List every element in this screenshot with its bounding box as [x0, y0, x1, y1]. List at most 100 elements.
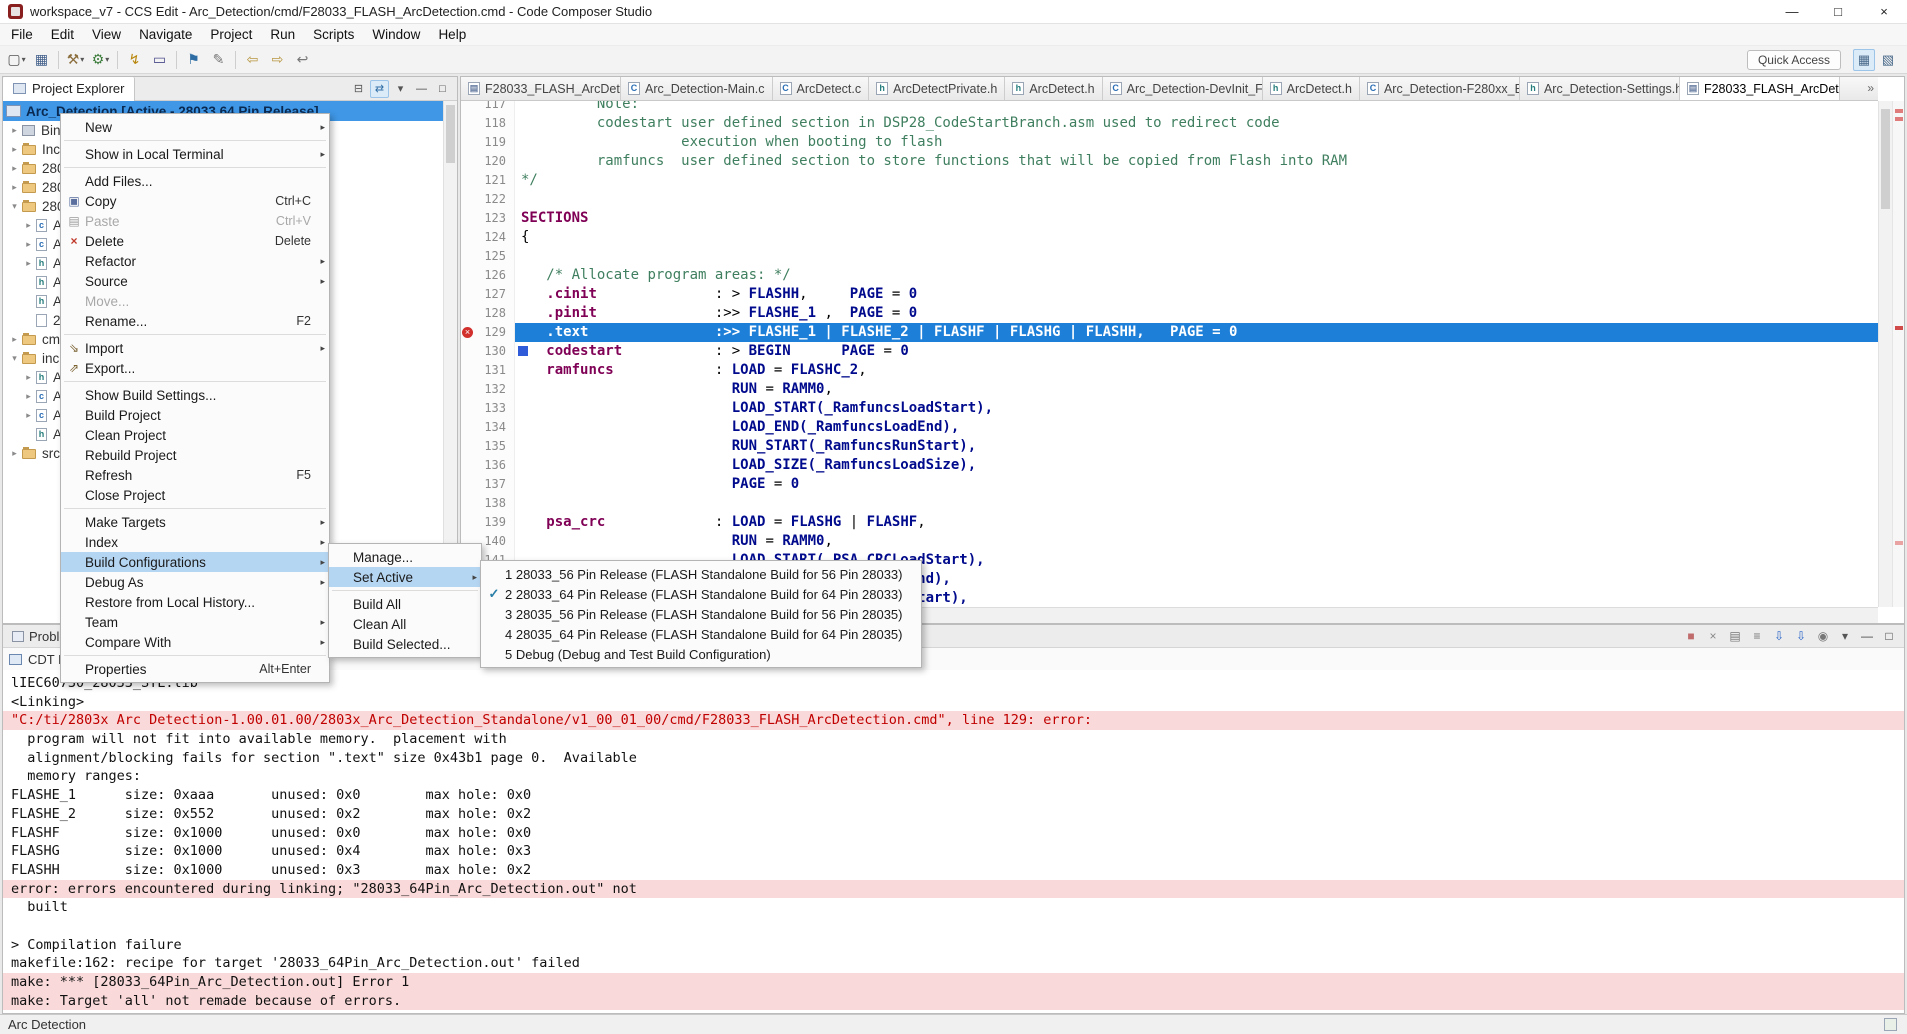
expand-arrow-icon[interactable]: ▸	[21, 391, 36, 402]
editor-vertical-scrollbar[interactable]	[1878, 101, 1892, 607]
code-line-138[interactable]: 138	[461, 494, 1878, 513]
menu-item-manage[interactable]: Manage...	[329, 547, 481, 567]
code-editor[interactable]: 117 Note: 118 codestart user defined sect…	[461, 101, 1878, 607]
code-line-118[interactable]: 118 codestart user defined section in DS…	[461, 114, 1878, 133]
maximize-button[interactable]: □	[1815, 0, 1861, 23]
show-stderr-icon[interactable]: ⇩	[1791, 627, 1811, 645]
menu-item-source[interactable]: Source ▸	[61, 271, 329, 291]
expand-arrow-icon[interactable]: ▸	[21, 372, 36, 383]
terminate-icon[interactable]: ■	[1681, 627, 1701, 645]
menu-item-make-targets[interactable]: Make Targets ▸	[61, 512, 329, 532]
menubar-item-scripts[interactable]: Scripts	[304, 24, 363, 45]
expand-arrow-icon[interactable]: ▸	[7, 448, 22, 459]
menubar-item-navigate[interactable]: Navigate	[130, 24, 201, 45]
menu-item-restore-from-local-history[interactable]: Restore from Local History...	[61, 592, 329, 612]
code-line-133[interactable]: 133 LOAD_START(_RamfuncsLoadStart),	[461, 399, 1878, 418]
menu-item-refresh[interactable]: Refresh F5	[61, 465, 329, 485]
forward-button[interactable]: ⇨	[266, 48, 289, 71]
menu-item-show-build-settings[interactable]: Show Build Settings...	[61, 385, 329, 405]
expand-arrow-icon[interactable]: ▸	[7, 182, 22, 193]
code-line-134[interactable]: 134 LOAD_END(_RamfuncsLoadEnd),	[461, 418, 1878, 437]
code-line-117[interactable]: 117 Note:	[461, 101, 1878, 114]
last-edit-button[interactable]: ↩	[291, 48, 314, 71]
expand-arrow-icon[interactable]: ▸	[7, 334, 22, 345]
debug-button[interactable]: ⚙ ▾	[89, 48, 112, 71]
menu-item-clean-project[interactable]: Clean Project	[61, 425, 329, 445]
expand-arrow-icon[interactable]: ▸	[21, 410, 36, 421]
pin-console-icon[interactable]: ◉	[1813, 627, 1833, 645]
code-line-121[interactable]: 121 */	[461, 171, 1878, 190]
expand-arrow-icon[interactable]: ▸	[21, 220, 36, 231]
expand-arrow-icon[interactable]: ▸	[7, 163, 22, 174]
menu-item-import[interactable]: ⇘ Import ▸	[61, 338, 329, 358]
menubar-item-project[interactable]: Project	[201, 24, 261, 45]
minimize-button[interactable]: —	[1769, 0, 1815, 23]
menu-item-export[interactable]: ⇗ Export...	[61, 358, 329, 378]
editor-vscroll-thumb[interactable]	[1881, 109, 1890, 209]
code-line-128[interactable]: 128 .pinit :>> FLASHE_1 , PAGE = 0	[461, 304, 1878, 323]
editor-tab-arc-detection-settings-h[interactable]: h Arc_Detection-Settings.h	[1520, 77, 1680, 100]
ccs-edit-perspective-icon[interactable]: ▦	[1853, 48, 1875, 71]
expand-arrow-icon[interactable]: ▾	[7, 201, 22, 212]
menu-item-4-28035-64-pin-release-flash-standalone-build-for-64-pin-28035[interactable]: 4 28035_64 Pin Release (FLASH Standalone…	[481, 624, 921, 644]
code-line-120[interactable]: 120 ramfuncs user defined section to sto…	[461, 152, 1878, 171]
tab-overflow-icon[interactable]: »	[1867, 81, 1874, 95]
code-line-130[interactable]: 130 codestart : > BEGIN PAGE = 0	[461, 342, 1878, 361]
editor-tab-f28033-flash-arcdetecti[interactable]: ▤F28033_FLASH_ArcDetecti...×	[1679, 77, 1840, 100]
menu-item-index[interactable]: Index ▸	[61, 532, 329, 552]
code-line-129[interactable]: × 129 .text :>> FLASHE_1 | FLASHE_2 | FLA…	[461, 323, 1878, 342]
menu-item-build-all[interactable]: Build All	[329, 594, 481, 614]
menu-item-build-configurations[interactable]: Build Configurations ▸	[61, 552, 329, 572]
close-button[interactable]: ×	[1861, 0, 1907, 23]
code-line-119[interactable]: 119 execution when booting to flash	[461, 133, 1878, 152]
code-line-137[interactable]: 137 PAGE = 0	[461, 475, 1878, 494]
remove-launch-icon[interactable]: ×	[1703, 627, 1723, 645]
menu-item-rename[interactable]: Rename... F2	[61, 311, 329, 331]
editor-tab-arcdetect-c[interactable]: C ArcDetect.c	[773, 77, 870, 100]
open-console-icon[interactable]: ▾	[1835, 627, 1855, 645]
menu-item-new[interactable]: New ▸	[61, 117, 329, 137]
menubar-item-edit[interactable]: Edit	[42, 24, 83, 45]
menubar-item-help[interactable]: Help	[429, 24, 475, 45]
collapse-all-icon[interactable]: ⊟	[349, 80, 368, 98]
terminal-button[interactable]: ▭	[148, 48, 171, 71]
menu-item-build-project[interactable]: Build Project	[61, 405, 329, 425]
minimize-view-icon[interactable]: —	[1857, 627, 1877, 645]
code-line-126[interactable]: 126 /* Allocate program areas: */	[461, 266, 1878, 285]
back-button[interactable]: ⇦	[241, 48, 264, 71]
menu-item-2-28033-64-pin-release-flash-standalone-build-for-64-pin-28033[interactable]: ✓ 2 28033_64 Pin Release (FLASH Standalon…	[481, 584, 921, 604]
editor-tab-arcdetect-h[interactable]: h ArcDetect.h	[1263, 77, 1360, 100]
code-line-136[interactable]: 136 LOAD_SIZE(_RamfuncsLoadSize),	[461, 456, 1878, 475]
build-button[interactable]: ⚒ ▾	[64, 48, 87, 71]
menubar-item-file[interactable]: File	[2, 24, 42, 45]
edit-button[interactable]: ✎	[207, 48, 230, 71]
ccs-debug-perspective-icon[interactable]: ▧	[1877, 49, 1899, 71]
menu-item-rebuild-project[interactable]: Rebuild Project	[61, 445, 329, 465]
code-line-122[interactable]: 122	[461, 190, 1878, 209]
menu-item-show-in-local-terminal[interactable]: Show in Local Terminal ▸	[61, 144, 329, 164]
expand-arrow-icon[interactable]: ▾	[7, 353, 22, 364]
code-line-131[interactable]: 131 ramfuncs : LOAD = FLASHC_2,	[461, 361, 1878, 380]
new-file-button[interactable]: ▢ ▾	[5, 48, 28, 71]
menu-item-close-project[interactable]: Close Project	[61, 485, 329, 505]
explorer-scrollbar-thumb[interactable]	[446, 105, 455, 163]
bookmark-button[interactable]: ⚑	[182, 48, 205, 71]
expand-arrow-icon[interactable]: ▸	[7, 144, 22, 155]
maximize-view-icon[interactable]: □	[1879, 627, 1899, 645]
editor-tab-arcdetectprivate-h[interactable]: h ArcDetectPrivate.h	[869, 77, 1006, 100]
view-menu-icon[interactable]: ▾	[391, 80, 410, 98]
menu-item-5-debug-debug-and-test-build-configuration[interactable]: 5 Debug (Debug and Test Build Configurat…	[481, 644, 921, 664]
menu-item-compare-with[interactable]: Compare With ▸	[61, 632, 329, 652]
expand-arrow-icon[interactable]: ▸	[7, 125, 22, 136]
tab-project-explorer[interactable]: Project Explorer	[3, 76, 136, 101]
flash-button[interactable]: ↯	[123, 48, 146, 71]
menu-item-copy[interactable]: ▣ Copy Ctrl+C	[61, 191, 329, 211]
clear-console-icon[interactable]: ▤	[1725, 627, 1745, 645]
link-with-editor-icon[interactable]: ⇄	[370, 79, 389, 98]
menubar-item-view[interactable]: View	[83, 24, 130, 45]
code-line-135[interactable]: 135 RUN_START(_RamfuncsRunStart),	[461, 437, 1878, 456]
menu-item-properties[interactable]: Properties Alt+Enter	[61, 659, 329, 679]
expand-arrow-icon[interactable]: ▸	[21, 258, 36, 269]
menu-item-paste[interactable]: ▤ Paste Ctrl+V	[61, 211, 329, 231]
code-line-139[interactable]: 139 psa_crc : LOAD = FLASHG | FLASHF,	[461, 513, 1878, 532]
